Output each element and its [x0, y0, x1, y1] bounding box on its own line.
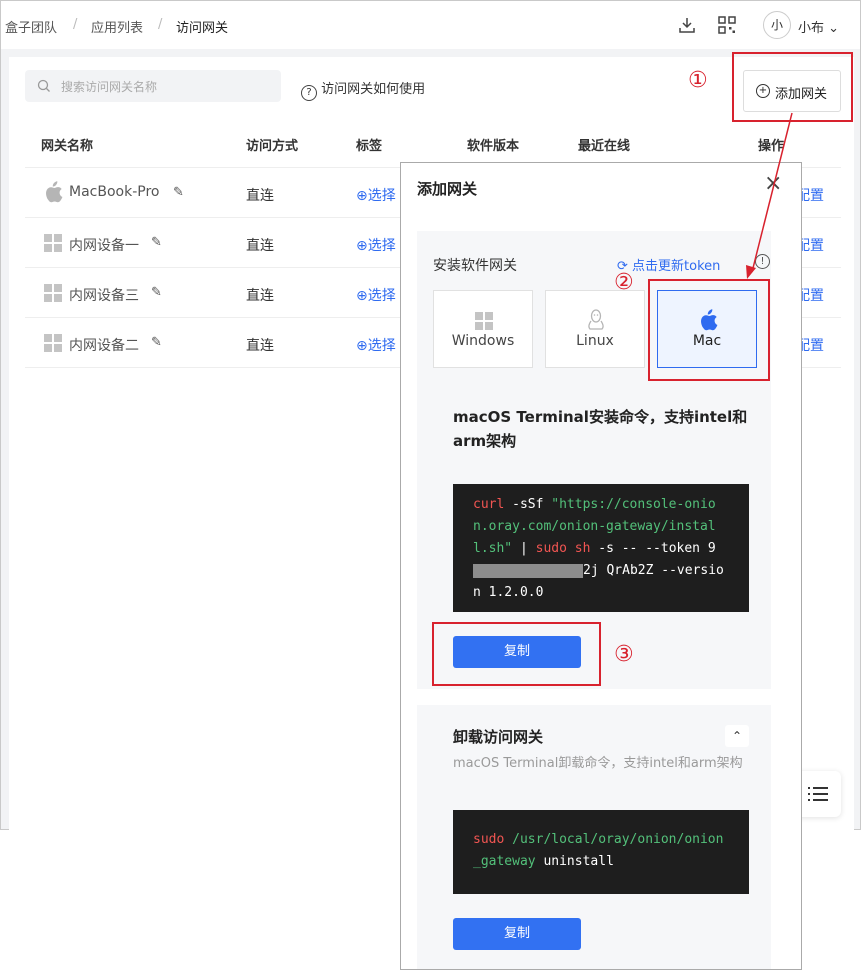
help-link[interactable]: ? 访问网关如何使用: [301, 78, 425, 101]
tag-select[interactable]: ⊕选择: [356, 235, 396, 255]
plus-circle-icon: ⊕: [356, 188, 368, 204]
breadcrumb-current: 访问网关: [176, 21, 229, 36]
refresh-token-label: 点击更新token: [632, 259, 721, 274]
search-placeholder: 搜索访问网关名称: [61, 80, 158, 94]
windows-icon: [44, 334, 62, 352]
os-option-linux[interactable]: Linux: [545, 290, 645, 368]
edit-icon[interactable]: ✎: [151, 285, 162, 300]
code-token: -s -- --token 9: [590, 541, 716, 556]
annotation-step-1: ①: [688, 68, 708, 93]
plus-circle-icon: ⊕: [356, 288, 368, 304]
collapse-chevron-up-icon[interactable]: ⌃: [725, 725, 749, 747]
copy-uninstall-button[interactable]: 复制: [453, 918, 581, 950]
code-token: sudo: [535, 541, 567, 556]
search-icon: [37, 79, 50, 92]
column-header-name: 网关名称: [41, 139, 94, 154]
user-menu[interactable]: 小布 ⌄: [798, 17, 839, 36]
install-command-code[interactable]: curl -sSf "https://console-onion.oray.co…: [453, 484, 749, 612]
access-method: 直连: [246, 288, 274, 304]
edit-icon[interactable]: ✎: [173, 185, 184, 200]
windows-icon: [44, 284, 62, 302]
close-icon[interactable]: ×: [764, 171, 782, 196]
code-token: -sSf: [504, 497, 552, 512]
code-token: |: [512, 541, 536, 556]
top-bar: 盒子团队 / 应用列表 / 访问网关 小 小布 ⌄: [1, 1, 860, 49]
list-icon: [808, 787, 828, 801]
column-header-action: 操作: [758, 139, 785, 154]
breadcrumb-team[interactable]: 盒子团队: [5, 17, 57, 36]
code-token: sh: [566, 541, 591, 556]
question-icon: ?: [301, 85, 317, 101]
windows-icon: [44, 234, 62, 252]
tag-select[interactable]: ⊕选择: [356, 185, 396, 205]
code-token: curl: [473, 497, 505, 512]
access-method: 直连: [246, 238, 274, 254]
os-option-windows[interactable]: Windows: [433, 290, 533, 368]
gateway-name: MacBook-Pro: [69, 184, 160, 200]
column-header-access: 访问方式: [246, 139, 299, 154]
access-method: 直连: [246, 338, 274, 354]
install-heading: macOS Terminal安装命令，支持intel和arm架构: [453, 408, 748, 450]
tag-select-label: 选择: [367, 338, 396, 354]
annotation-box-1: [732, 52, 853, 122]
tag-select-label: 选择: [367, 188, 396, 204]
annotation-box-3: [432, 622, 601, 686]
breadcrumb-separator: /: [73, 17, 78, 32]
column-header-last-online: 最近在线: [578, 139, 631, 154]
info-icon[interactable]: !: [755, 254, 770, 269]
tag-select[interactable]: ⊕选择: [356, 285, 396, 305]
annotation-step-3: ③: [614, 642, 634, 667]
annotation-box-2: [648, 279, 770, 381]
breadcrumb-app-list[interactable]: 应用列表: [91, 17, 143, 36]
uninstall-command-code[interactable]: sudo /usr/local/oray/onion/onion_gateway…: [453, 810, 749, 894]
column-header-version: 软件版本: [467, 139, 520, 154]
install-title: 安装软件网关: [433, 258, 517, 274]
redacted-token: [473, 563, 583, 578]
edit-icon[interactable]: ✎: [151, 235, 162, 250]
access-method: 直连: [246, 188, 274, 204]
code-token: sudo: [473, 832, 505, 847]
tag-select-label: 选择: [367, 288, 396, 304]
panel-title: 添加网关: [417, 180, 478, 198]
help-link-label: 访问网关如何使用: [321, 82, 426, 97]
uninstall-description: macOS Terminal卸载命令，支持intel和arm架构: [453, 756, 743, 771]
edit-icon[interactable]: ✎: [151, 335, 162, 350]
breadcrumb-separator: /: [158, 17, 163, 32]
uninstall-heading: 卸载访问网关: [453, 728, 544, 746]
avatar[interactable]: 小: [763, 11, 791, 39]
code-token: uninstall: [535, 854, 614, 869]
gateway-name: 内网设备三: [69, 288, 139, 304]
gateway-name: 内网设备二: [69, 338, 139, 354]
annotation-step-2: ②: [614, 270, 634, 295]
tag-select-label: 选择: [367, 238, 396, 254]
column-header-tag: 标签: [356, 139, 383, 154]
windows-icon: [475, 312, 493, 330]
download-icon[interactable]: [677, 15, 697, 35]
tag-select[interactable]: ⊕选择: [356, 335, 396, 355]
chevron-down-icon: ⌄: [828, 21, 840, 36]
apple-icon: [46, 181, 63, 203]
linux-icon: [588, 309, 604, 330]
os-label: Windows: [451, 333, 515, 349]
os-label: Linux: [576, 333, 614, 349]
plus-circle-icon: ⊕: [356, 238, 368, 254]
qrcode-icon[interactable]: [717, 15, 737, 35]
plus-circle-icon: ⊕: [356, 338, 368, 354]
user-name: 小布: [798, 21, 825, 36]
gateway-name: 内网设备一: [69, 238, 139, 254]
